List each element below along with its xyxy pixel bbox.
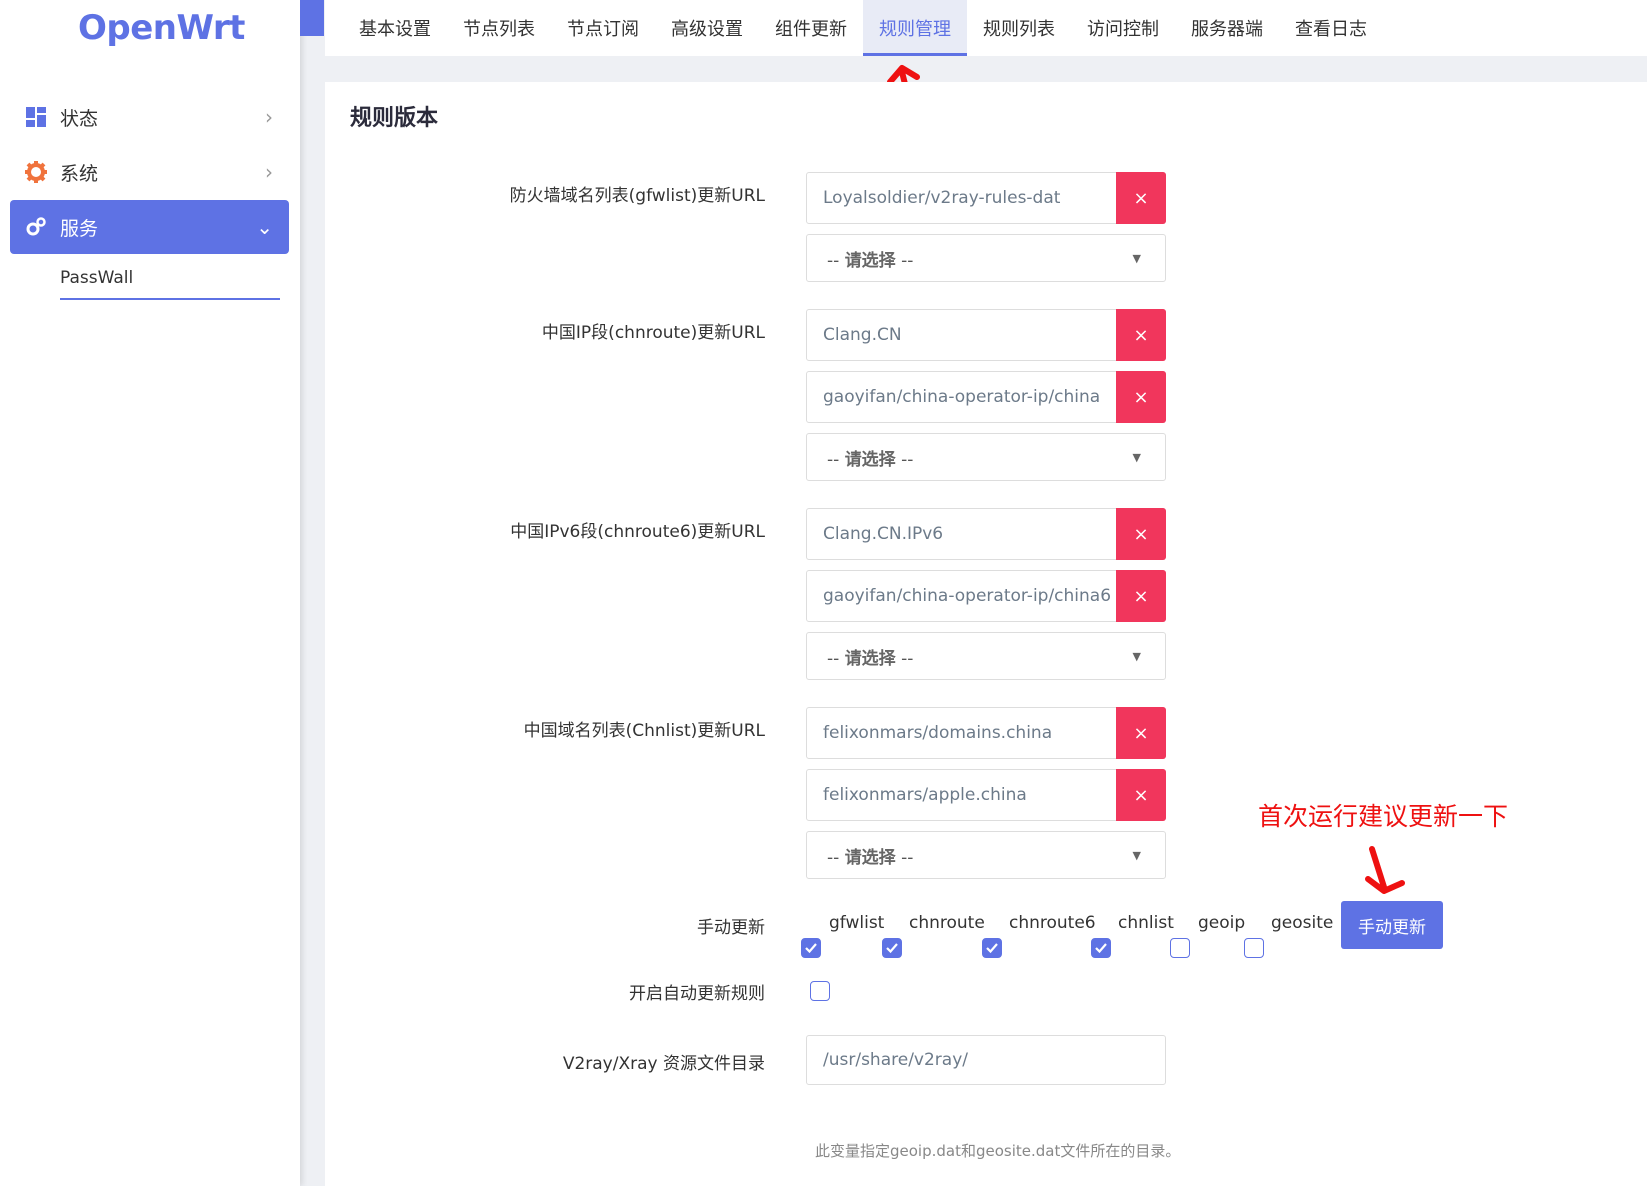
manual-update-label: 手动更新 — [697, 918, 765, 938]
dropdown-arrow-icon: ▼ — [1132, 649, 1141, 663]
entry-value[interactable]: gaoyifan/china-operator-ip/china — [807, 387, 1116, 407]
chnroute6-url-entry[interactable]: gaoyifan/china-operator-ip/china6 × — [806, 570, 1166, 622]
checkmark-icon — [986, 943, 998, 954]
gfwlist-url-select[interactable]: -- 请选择 -- ▼ — [806, 234, 1166, 282]
sidebar-item-label: 状态 — [60, 107, 99, 130]
entry-value[interactable]: felixonmars/domains.china — [807, 723, 1116, 743]
chnroute6-url-entry[interactable]: Clang.CN.IPv6 × — [806, 508, 1166, 560]
close-icon[interactable]: × — [1116, 570, 1166, 622]
checkbox-geosite[interactable] — [1244, 938, 1264, 958]
tab-rule-list[interactable]: 规则列表 — [967, 0, 1071, 56]
header-strip — [300, 0, 324, 36]
gfwlist-url-label: 防火墙域名列表(gfwlist)更新URL — [509, 186, 765, 206]
chnlist-url-select[interactable]: -- 请选择 -- ▼ — [806, 831, 1166, 879]
tab-component-update[interactable]: 组件更新 — [759, 0, 863, 56]
tab-bar: 基本设置 节点列表 节点订阅 高级设置 组件更新 规则管理 规则列表 访问控制 … — [325, 0, 1647, 56]
select-placeholder: -- 请选择 -- — [827, 847, 914, 868]
cogs-icon — [24, 215, 48, 239]
sidebar-subitem-passwall[interactable]: PassWall — [60, 265, 280, 300]
tab-view-log[interactable]: 查看日志 — [1279, 0, 1383, 56]
asset-dir-input[interactable]: /usr/share/v2ray/ — [806, 1035, 1166, 1085]
close-icon[interactable]: × — [1116, 371, 1166, 423]
checkbox-auto-update[interactable] — [810, 981, 830, 1001]
close-icon[interactable]: × — [1116, 309, 1166, 361]
option-label-chnlist: chnlist — [1118, 913, 1174, 933]
checkbox-geoip[interactable] — [1170, 938, 1190, 958]
select-placeholder: -- 请选择 -- — [827, 250, 914, 271]
option-label-gfwlist: gfwlist — [829, 913, 885, 933]
chevron-right-icon: › — [265, 160, 273, 184]
option-label-geoip: geoip — [1198, 913, 1246, 933]
chnroute-url-label: 中国IP段(chnroute)更新URL — [541, 323, 765, 343]
asset-dir-hint: 此变量指定geoip.dat和geosite.dat文件所在的目录。 — [815, 1142, 1181, 1160]
auto-update-label: 开启自动更新规则 — [629, 984, 765, 1004]
chnroute6-url-select[interactable]: -- 请选择 -- ▼ — [806, 632, 1166, 680]
chnlist-url-label: 中国域名列表(Chnlist)更新URL — [523, 721, 765, 741]
entry-value[interactable]: Clang.CN.IPv6 — [807, 524, 1116, 544]
sidebar: OpenWrt 状态 › 系统 › 服务 ⌄ PassWall — [0, 0, 300, 1186]
tab-node-subscription[interactable]: 节点订阅 — [551, 0, 655, 56]
entry-value[interactable]: gaoyifan/china-operator-ip/china6 — [807, 586, 1116, 606]
checkbox-chnlist[interactable] — [1091, 938, 1111, 958]
entry-value[interactable]: Clang.CN — [807, 325, 1116, 345]
asset-dir-label: V2ray/Xray 资源文件目录 — [562, 1054, 765, 1074]
select-placeholder: -- 请选择 -- — [827, 449, 914, 470]
chnlist-url-entry[interactable]: felixonmars/apple.china × — [806, 769, 1166, 821]
option-label-chnroute6: chnroute6 — [1009, 913, 1096, 933]
chnlist-url-entry[interactable]: felixonmars/domains.china × — [806, 707, 1166, 759]
close-icon[interactable]: × — [1116, 172, 1166, 224]
tab-node-list[interactable]: 节点列表 — [447, 0, 551, 56]
dropdown-arrow-icon: ▼ — [1132, 848, 1141, 862]
openwrt-logo[interactable]: OpenWrt — [78, 8, 245, 48]
chevron-right-icon: › — [265, 105, 273, 129]
section-title: 规则版本 — [350, 106, 439, 131]
chevron-down-icon: ⌄ — [256, 215, 273, 239]
chnroute-url-entry[interactable]: Clang.CN × — [806, 309, 1166, 361]
tab-advanced-settings[interactable]: 高级设置 — [655, 0, 759, 56]
checkbox-chnroute[interactable] — [882, 938, 902, 958]
checkmark-icon — [886, 943, 898, 954]
chnroute-url-entry[interactable]: gaoyifan/china-operator-ip/china × — [806, 371, 1166, 423]
sidebar-item-services[interactable]: 服务 ⌄ — [10, 200, 289, 254]
option-label-chnroute: chnroute — [909, 913, 985, 933]
checkbox-gfwlist[interactable] — [801, 938, 821, 958]
entry-value[interactable]: Loyalsoldier/v2ray-rules-dat — [807, 188, 1116, 208]
dropdown-arrow-icon: ▼ — [1132, 450, 1141, 464]
close-icon[interactable]: × — [1116, 769, 1166, 821]
tab-server-side[interactable]: 服务器端 — [1175, 0, 1279, 56]
checkbox-chnroute6[interactable] — [982, 938, 1002, 958]
sidebar-item-system[interactable]: 系统 › — [10, 145, 289, 199]
select-placeholder: -- 请选择 -- — [827, 648, 914, 669]
gear-icon — [24, 160, 48, 184]
close-icon[interactable]: × — [1116, 508, 1166, 560]
sidebar-item-label: 服务 — [60, 217, 99, 240]
tab-rule-management[interactable]: 规则管理 — [863, 0, 967, 56]
checkmark-icon — [805, 943, 817, 954]
tab-basic-settings[interactable]: 基本设置 — [343, 0, 447, 56]
entry-value[interactable]: felixonmars/apple.china — [807, 785, 1116, 805]
annotation-arrow-down-icon — [1365, 846, 1405, 894]
sidebar-item-status[interactable]: 状态 › — [10, 90, 289, 144]
sidebar-item-label: 系统 — [60, 162, 99, 185]
gfwlist-url-entry[interactable]: Loyalsoldier/v2ray-rules-dat × — [806, 172, 1166, 224]
option-label-geosite: geosite — [1271, 913, 1334, 933]
checkmark-icon — [1095, 943, 1107, 954]
annotation-text: 首次运行建议更新一下 — [1258, 802, 1509, 831]
chnroute6-url-label: 中国IPv6段(chnroute6)更新URL — [510, 522, 765, 542]
close-icon[interactable]: × — [1116, 707, 1166, 759]
dropdown-arrow-icon: ▼ — [1132, 251, 1141, 265]
manual-update-button[interactable]: 手动更新 — [1341, 901, 1443, 949]
tab-access-control[interactable]: 访问控制 — [1071, 0, 1175, 56]
dashboard-icon — [24, 105, 48, 129]
chnroute-url-select[interactable]: -- 请选择 -- ▼ — [806, 433, 1166, 481]
